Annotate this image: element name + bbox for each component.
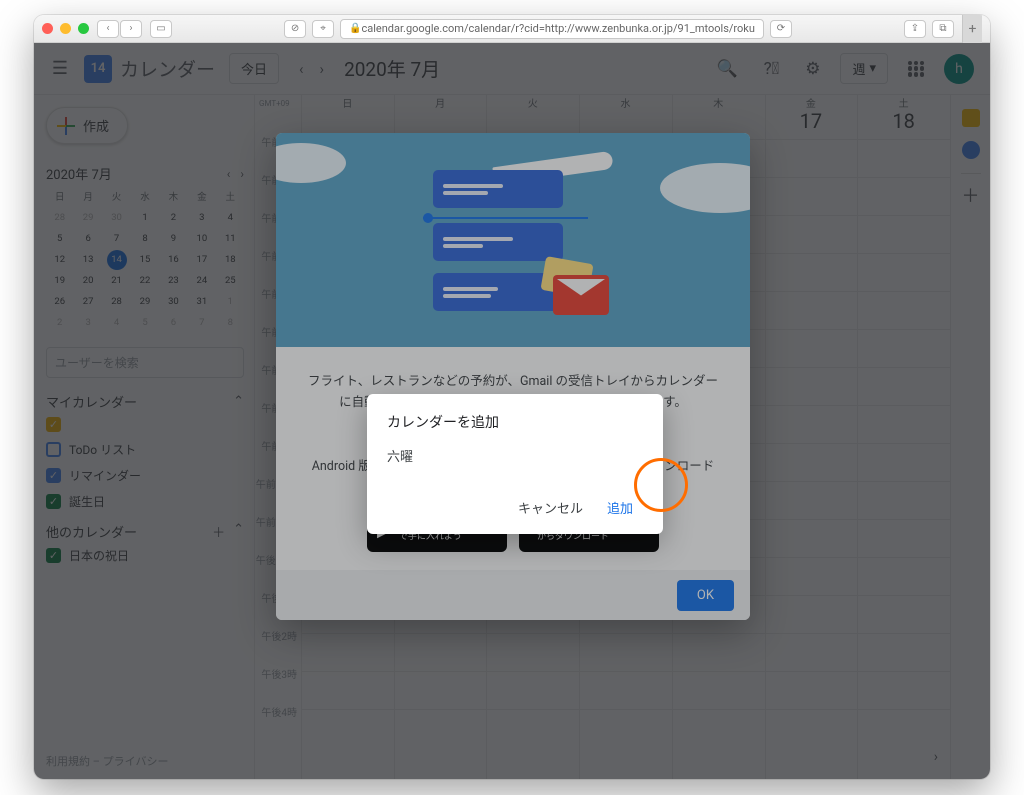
traffic-lights[interactable] <box>42 23 89 34</box>
tabs-button[interactable]: ⧉ <box>932 20 954 38</box>
address-bar[interactable]: 🔒 calendar.google.com/calendar/r?cid=htt… <box>340 19 764 39</box>
new-tab-button[interactable]: + <box>962 15 982 43</box>
forward-button[interactable]: › <box>120 20 142 38</box>
reader-icon[interactable]: ⌖ <box>312 20 334 38</box>
back-button[interactable]: ‹ <box>97 20 119 38</box>
add-button[interactable]: 追加 <box>597 491 643 524</box>
minimize-icon[interactable] <box>60 23 71 34</box>
reload-button[interactable]: ⟳ <box>770 20 792 38</box>
shield-icon[interactable]: ⊘ <box>284 20 306 38</box>
dialog-title: カレンダーを追加 <box>387 412 643 432</box>
titlebar: ‹ › ▭ ⊘ ⌖ 🔒 calendar.google.com/calendar… <box>34 15 990 43</box>
google-calendar-app: ☰ 14 カレンダー 今日 ‹ › 2020年 7月 🔍 ?⃝ ⚙ 週 ▾ h <box>34 43 990 779</box>
lock-icon: 🔒 <box>349 23 361 34</box>
cancel-button[interactable]: キャンセル <box>508 491 593 524</box>
calendar-name: 六曜 <box>387 446 643 465</box>
browser-window: ‹ › ▭ ⊘ ⌖ 🔒 calendar.google.com/calendar… <box>34 15 990 779</box>
add-calendar-dialog: カレンダーを追加 六曜 キャンセル 追加 <box>367 394 663 534</box>
share-button[interactable]: ⇪ <box>904 20 926 38</box>
close-icon[interactable] <box>42 23 53 34</box>
url-text: calendar.google.com/calendar/r?cid=http:… <box>361 22 754 35</box>
sidebar-toggle-button[interactable]: ▭ <box>150 20 172 38</box>
zoom-icon[interactable] <box>78 23 89 34</box>
